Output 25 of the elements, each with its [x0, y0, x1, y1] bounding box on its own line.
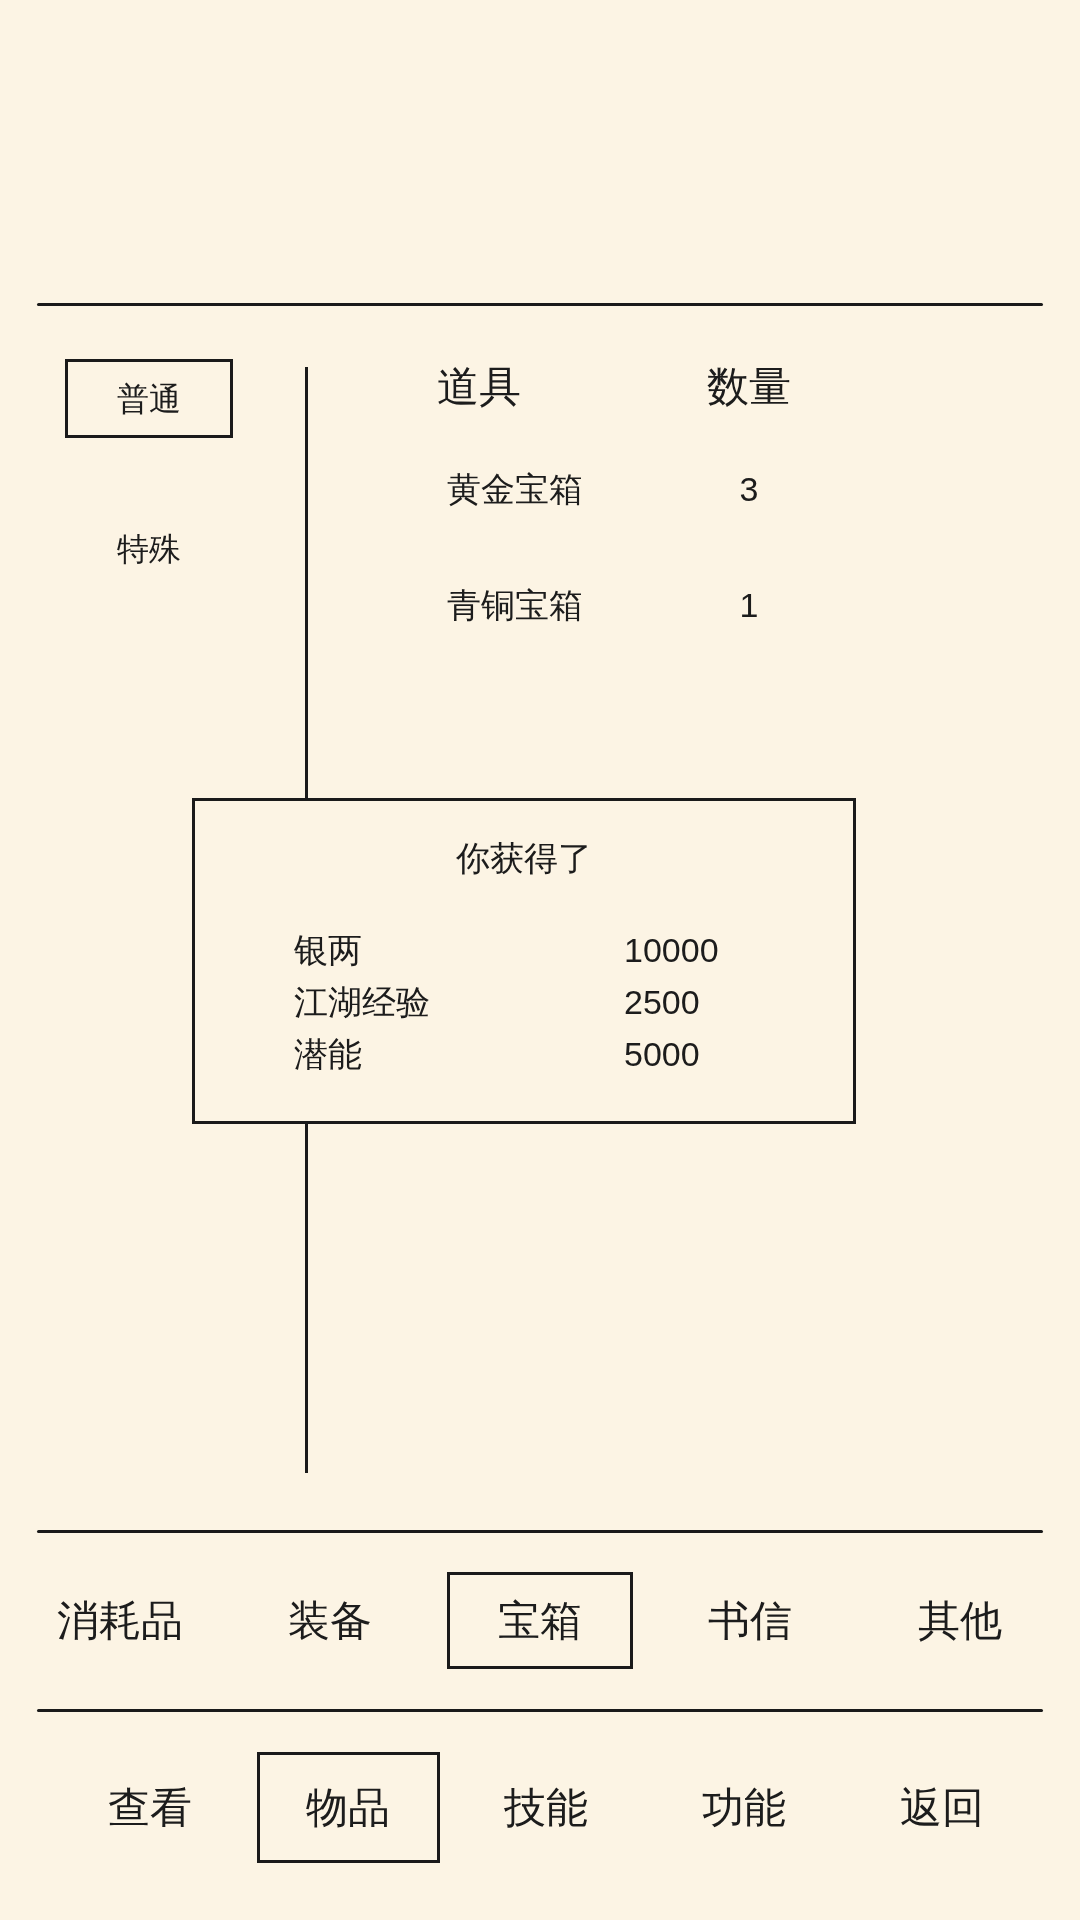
reward-name: 江湖经验	[294, 983, 430, 1021]
reward-amount: 2500	[624, 983, 700, 1021]
item-name-cell: 青铜宝箱	[447, 586, 583, 624]
nav-tab[interactable]: 物品	[256, 1752, 440, 1863]
reward-name: 银两	[294, 931, 362, 969]
item-name-cell: 黄金宝箱	[447, 470, 583, 508]
column-header: 道具	[437, 363, 521, 410]
category-tab[interactable]: 宝箱	[447, 1572, 633, 1669]
category-tab[interactable]: 书信	[657, 1572, 843, 1669]
column-header: 数量	[707, 363, 791, 410]
nav-tab[interactable]: 功能	[652, 1752, 836, 1863]
category-tab[interactable]: 消耗品	[27, 1572, 213, 1669]
reward-amount: 10000	[624, 931, 719, 969]
nav-tab[interactable]: 返回	[850, 1752, 1034, 1863]
quantity-cell: 1	[739, 586, 759, 624]
nav-tab[interactable]: 技能	[454, 1752, 638, 1863]
subcategory-tab[interactable]: 特殊	[65, 509, 233, 588]
reward-name: 潜能	[294, 1035, 362, 1073]
category-tab[interactable]: 装备	[237, 1572, 423, 1669]
subcategory-tab[interactable]: 普通	[65, 359, 233, 438]
category-tab[interactable]: 其他	[867, 1572, 1053, 1669]
reward-amount: 5000	[624, 1035, 700, 1073]
quantity-cell: 3	[739, 470, 759, 508]
dialog-title: 你获得了	[456, 838, 592, 879]
nav-tab[interactable]: 查看	[58, 1752, 242, 1863]
